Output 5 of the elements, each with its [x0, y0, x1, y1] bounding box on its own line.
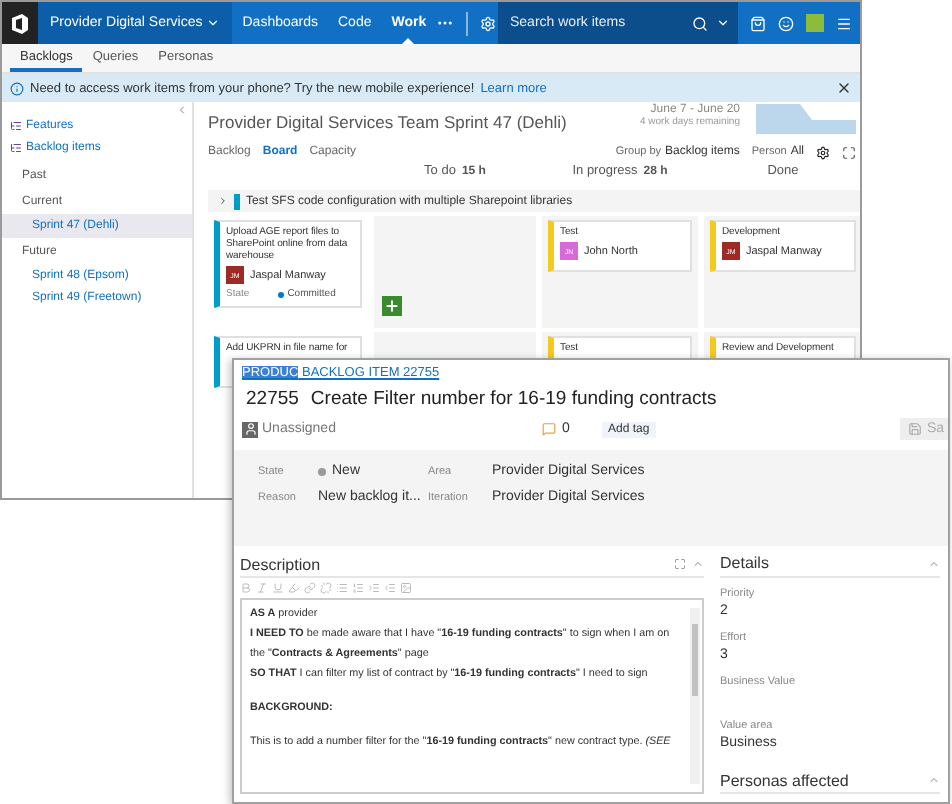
sprint-title: Provider Digital Services Team Sprint 47 (Dehli) [208, 110, 569, 132]
work-item-id: 22755 [246, 388, 299, 410]
section-title: Description [240, 555, 323, 573]
section-title: Details [720, 554, 771, 573]
section-title: Personas affected [720, 771, 851, 790]
